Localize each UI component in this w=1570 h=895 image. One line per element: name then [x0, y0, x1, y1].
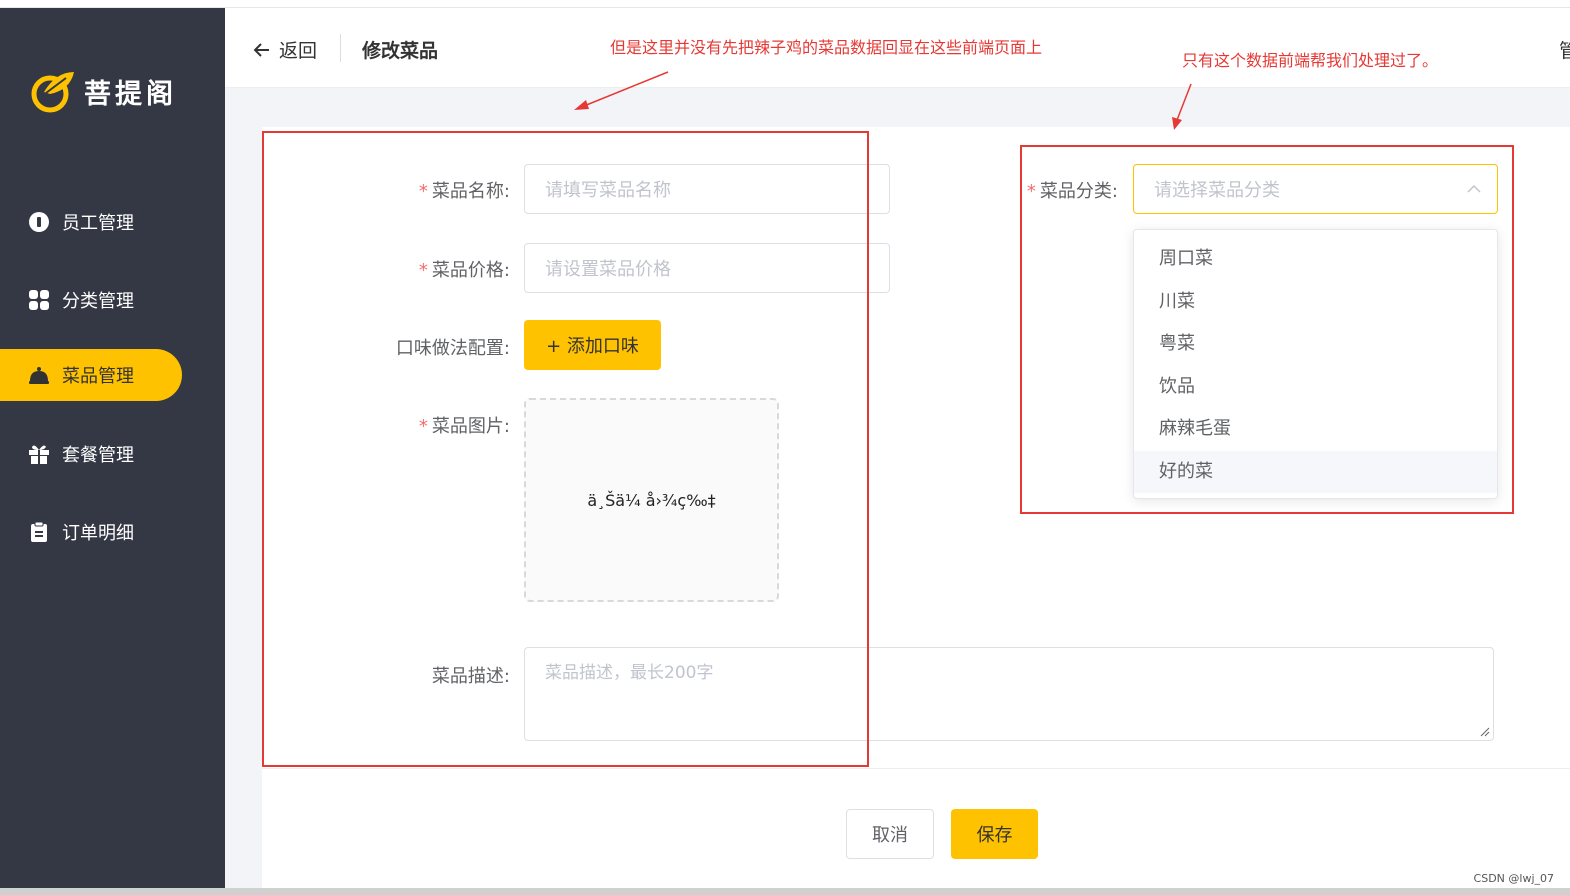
header-divider [340, 34, 341, 62]
category-icon [29, 290, 49, 310]
arrow-left-icon [253, 42, 269, 57]
sidebar-item-label: 菜品管理 [62, 366, 134, 387]
employee-icon [29, 212, 49, 232]
sidebar-item-combo[interactable]: 套餐管理 [0, 428, 182, 480]
sidebar-item-label: 订单明细 [62, 523, 134, 544]
sidebar-item-category[interactable]: 分类管理 [0, 274, 182, 326]
bottom-scrollbar[interactable] [0, 888, 1570, 895]
watermark: CSDN @lwj_07 [1473, 872, 1554, 885]
cancel-button[interactable]: 取消 [846, 809, 934, 859]
header-user-menu[interactable]: 管 [1559, 36, 1570, 63]
back-button[interactable]: 返回 [253, 36, 317, 63]
sidebar-item-label: 套餐管理 [62, 445, 134, 466]
dish-icon [29, 367, 49, 384]
back-label: 返回 [279, 40, 318, 62]
app-logo[interactable]: 菩提阁 [30, 66, 177, 116]
sidebar-item-dish[interactable]: 菜品管理 [0, 349, 182, 401]
form-divider [262, 768, 1570, 769]
annotation-text-right: 只有这个数据前端帮我们处理过了。 [1182, 51, 1439, 70]
annotation-box-left [262, 131, 869, 767]
save-button[interactable]: 保存 [951, 809, 1038, 859]
sidebar-item-employee[interactable]: 员工管理 [0, 196, 182, 248]
leaf-logo-icon [31, 72, 74, 113]
annotation-text-left: 但是这里并没有先把辣子鸡的菜品数据回显在这些前端页面上 [610, 38, 1043, 57]
screen: 菩提阁 员工管理 分类管理 菜品管理 套餐管理 订单明细 返回 修改菜品 管 *… [0, 0, 1570, 895]
clipboard-icon [31, 521, 47, 542]
page-title: 修改菜品 [362, 40, 439, 62]
annotation-box-right [1020, 145, 1514, 514]
logo-text: 菩提阁 [84, 78, 177, 110]
sidebar-item-orders[interactable]: 订单明细 [0, 506, 182, 558]
sidebar-item-label: 分类管理 [62, 291, 134, 312]
gift-icon [29, 445, 49, 464]
top-border [0, 0, 1570, 8]
resize-handle-icon[interactable] [1480, 727, 1490, 737]
sidebar-item-label: 员工管理 [62, 213, 134, 234]
